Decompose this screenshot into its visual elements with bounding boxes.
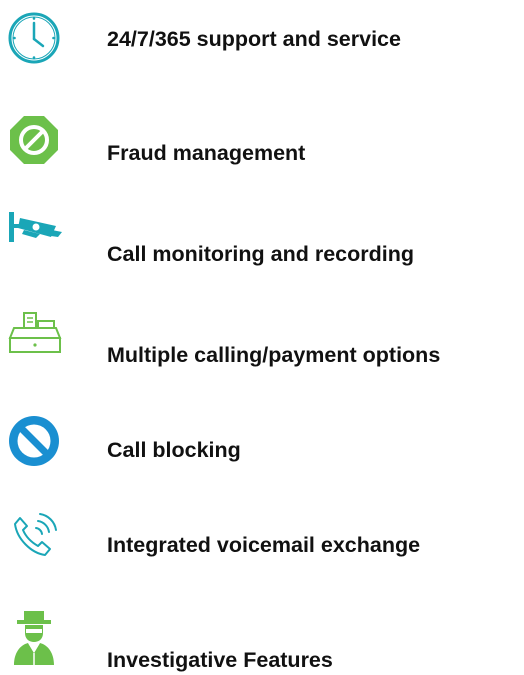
feature-item-support: 24/7/365 support and service [0, 10, 524, 70]
feature-item-voicemail: Integrated voicemail exchange [0, 512, 524, 572]
clock-icon [6, 10, 62, 66]
phone-ringing-icon [6, 508, 62, 564]
detective-icon [6, 609, 62, 665]
feature-item-investigative: Investigative Features [0, 609, 524, 672]
feature-item-fraud: Fraud management [0, 112, 524, 172]
feature-item-payment: Multiple calling/payment options [0, 310, 524, 370]
block-icon [6, 413, 62, 469]
feature-label: Investigative Features [107, 648, 333, 672]
feature-item-monitoring: Call monitoring and recording [0, 208, 524, 268]
cash-register-icon [6, 310, 62, 366]
feature-item-blocking: Call blocking [0, 413, 524, 473]
feature-label: Call monitoring and recording [107, 242, 414, 266]
prohibited-octagon-icon [6, 112, 62, 168]
feature-list: 24/7/365 support and service Fraud manag… [0, 0, 524, 675]
feature-label: Fraud management [107, 141, 306, 165]
feature-label: Integrated voicemail exchange [107, 533, 421, 557]
feature-label: 24/7/365 support and service [107, 27, 401, 51]
feature-label: Multiple calling/payment options [107, 343, 441, 367]
security-camera-icon [6, 208, 62, 264]
feature-label: Call blocking [107, 438, 241, 462]
